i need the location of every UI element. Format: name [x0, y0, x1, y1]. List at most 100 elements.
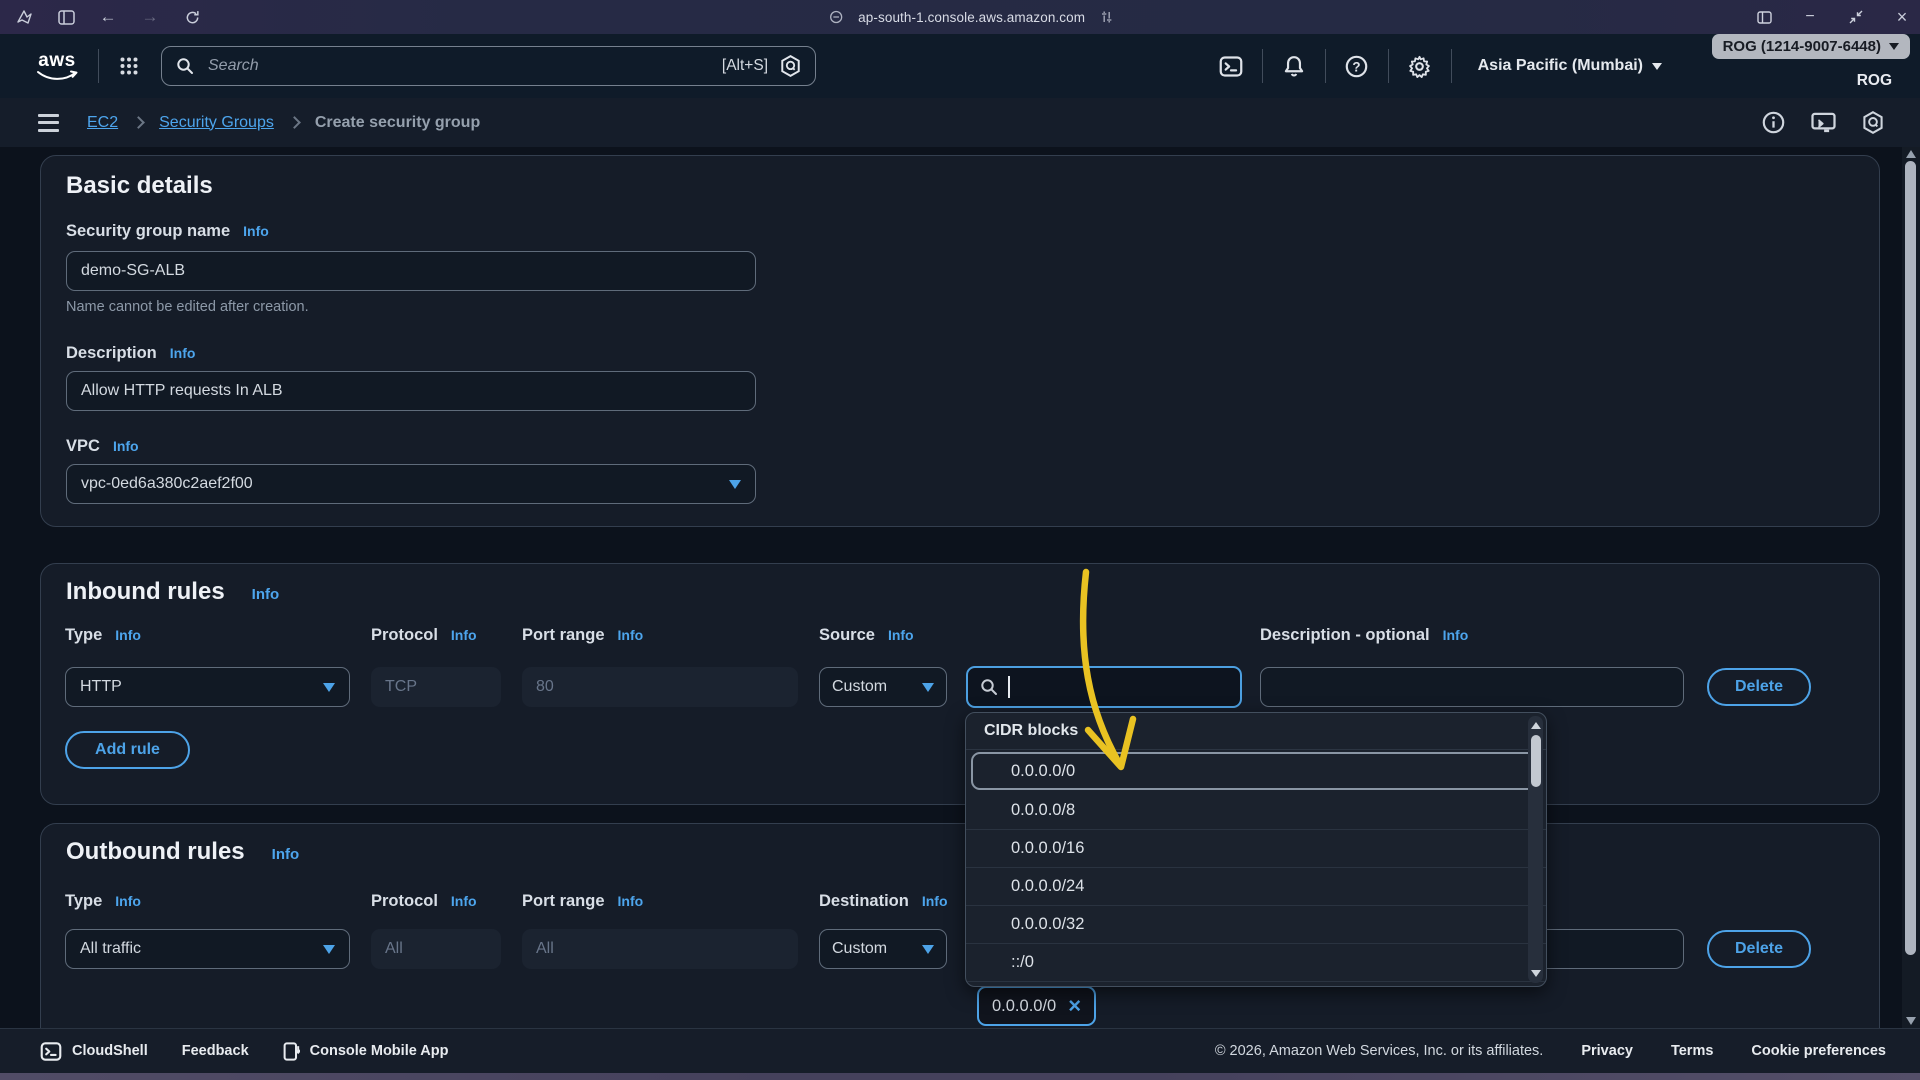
- basic-details-title: Basic details: [66, 172, 213, 200]
- region-label: Asia Pacific (Mumbai): [1478, 57, 1643, 75]
- source-search-input[interactable]: [966, 666, 1242, 708]
- mobile-app-icon: [283, 1042, 300, 1061]
- breadcrumb-ec2[interactable]: EC2: [87, 114, 118, 132]
- description-input[interactable]: [66, 371, 756, 411]
- info-link[interactable]: Info: [1443, 627, 1469, 643]
- account-menu-badge[interactable]: ROG (1214-9007-6448): [1712, 34, 1910, 59]
- scroll-up-icon[interactable]: [1906, 150, 1916, 158]
- scroll-down-icon[interactable]: [1531, 970, 1541, 977]
- aws-logo[interactable]: aws: [36, 51, 78, 81]
- col-port-range: Port rangeInfo: [522, 626, 643, 645]
- url-text[interactable]: ap-south-1.console.aws.amazon.com: [858, 10, 1085, 25]
- cidr-option[interactable]: 0.0.0.0/8: [966, 792, 1546, 830]
- aws-smile-icon: [36, 70, 78, 81]
- search-input[interactable]: [206, 56, 722, 76]
- footer-cookie-preferences[interactable]: Cookie preferences: [1751, 1043, 1886, 1059]
- cidr-dropdown: CIDR blocks 0.0.0.0/0 0.0.0.0/8 0.0.0.0/…: [965, 712, 1547, 987]
- restore-window-icon[interactable]: [1846, 7, 1866, 27]
- cidr-option[interactable]: 0.0.0.0/0: [971, 752, 1541, 790]
- sg-name-input[interactable]: [66, 251, 756, 291]
- info-link[interactable]: Info: [243, 223, 269, 239]
- info-link[interactable]: Info: [115, 893, 141, 909]
- col-description-optional: Description - optionalInfo: [1260, 626, 1468, 645]
- cidr-option[interactable]: ::/0: [966, 944, 1546, 982]
- cidr-option[interactable]: 0.0.0.0/16: [966, 830, 1546, 868]
- shield-permissions-icon[interactable]: [826, 7, 846, 27]
- info-link[interactable]: Info: [170, 345, 196, 361]
- help-icon[interactable]: ?: [1344, 53, 1370, 79]
- vpc-select[interactable]: vpc-0ed6a380c2aef2f00: [66, 464, 756, 504]
- reload-icon[interactable]: [182, 7, 202, 27]
- cloudshell-icon[interactable]: [1218, 53, 1244, 79]
- site-settings-icon[interactable]: [1097, 7, 1117, 27]
- settings-gear-icon[interactable]: [1407, 53, 1433, 79]
- footer-terms[interactable]: Terms: [1671, 1043, 1713, 1059]
- info-link[interactable]: Info: [252, 586, 280, 603]
- outbound-destination-mode-select[interactable]: Custom: [819, 929, 947, 969]
- chevron-down-icon: [323, 683, 335, 692]
- scrollbar-thumb[interactable]: [1905, 161, 1916, 955]
- info-link[interactable]: Info: [115, 627, 141, 643]
- inbound-type-select[interactable]: HTTP: [65, 667, 350, 707]
- footer-feedback[interactable]: Feedback: [182, 1043, 249, 1059]
- minimize-icon[interactable]: −: [1800, 7, 1820, 27]
- info-link[interactable]: Info: [272, 846, 300, 863]
- global-search[interactable]: [Alt+S]: [161, 46, 816, 86]
- basic-details-panel: Basic details Security group nameInfo Na…: [40, 155, 1880, 527]
- chip-label: 0.0.0.0/0: [992, 997, 1056, 1016]
- copyright-text: © 2026, Amazon Web Services, Inc. or its…: [1215, 1043, 1544, 1059]
- info-link[interactable]: Info: [618, 893, 644, 909]
- cidr-option[interactable]: 0.0.0.0/24: [966, 868, 1546, 906]
- services-grid-icon[interactable]: [119, 56, 139, 76]
- chevron-down-icon: [922, 945, 934, 954]
- console-window-icon[interactable]: [1811, 112, 1836, 134]
- tab-manager-icon[interactable]: [1754, 7, 1774, 27]
- nav-menu-icon[interactable]: [38, 114, 59, 132]
- info-link[interactable]: Info: [888, 627, 914, 643]
- footer-cloudshell[interactable]: CloudShell: [40, 1042, 148, 1061]
- close-window-icon[interactable]: ×: [1892, 7, 1912, 27]
- vpc-label: VPCInfo: [66, 437, 139, 456]
- back-arrow-icon[interactable]: ←: [98, 7, 118, 27]
- info-link[interactable]: Info: [618, 627, 644, 643]
- footer-privacy[interactable]: Privacy: [1581, 1043, 1633, 1059]
- outbound-type-select[interactable]: All traffic: [65, 929, 350, 969]
- cidr-group-header: CIDR blocks: [966, 713, 1546, 750]
- scroll-up-icon[interactable]: [1531, 722, 1541, 729]
- scrollbar-thumb[interactable]: [1531, 735, 1541, 787]
- dropdown-scrollbar[interactable]: [1528, 716, 1543, 983]
- forward-arrow-icon[interactable]: →: [140, 7, 160, 27]
- feedback-label: Feedback: [182, 1043, 249, 1059]
- remove-chip-icon[interactable]: ×: [1068, 995, 1081, 1017]
- inbound-protocol-field: TCP: [371, 667, 501, 707]
- inbound-source-mode-select[interactable]: Custom: [819, 667, 947, 707]
- outbound-delete-button[interactable]: Delete: [1707, 930, 1811, 968]
- inbound-delete-button[interactable]: Delete: [1707, 668, 1811, 706]
- col-type: TypeInfo: [65, 892, 141, 911]
- desktop-edge: [0, 1072, 1920, 1080]
- inbound-description-input[interactable]: [1260, 667, 1684, 707]
- breadcrumb-security-groups[interactable]: Security Groups: [159, 114, 274, 132]
- address-bar[interactable]: ap-south-1.console.aws.amazon.com: [826, 0, 1117, 34]
- notifications-bell-icon[interactable]: [1281, 53, 1307, 79]
- description-label: DescriptionInfo: [66, 344, 195, 363]
- browser-logo-icon[interactable]: [14, 7, 34, 27]
- outbound-rules-title: Outbound rulesInfo: [66, 838, 299, 866]
- footer-mobile-app[interactable]: Console Mobile App: [283, 1042, 449, 1061]
- info-link[interactable]: Info: [113, 438, 139, 454]
- amazon-q-icon[interactable]: [1862, 111, 1884, 134]
- breadcrumb-current: Create security group: [315, 114, 480, 132]
- info-link[interactable]: Info: [451, 893, 477, 909]
- info-link[interactable]: Info: [451, 627, 477, 643]
- amazon-q-icon[interactable]: [780, 55, 801, 77]
- scroll-down-icon[interactable]: [1906, 1017, 1916, 1025]
- info-panel-icon[interactable]: [1762, 111, 1785, 134]
- region-selector[interactable]: Asia Pacific (Mumbai): [1478, 57, 1662, 75]
- inbound-rules-panel: Inbound rulesInfo TypeInfo ProtocolInfo …: [40, 563, 1880, 805]
- cidr-option[interactable]: 0.0.0.0/32: [966, 906, 1546, 944]
- add-rule-button[interactable]: Add rule: [65, 731, 190, 769]
- destination-cidr-chip[interactable]: 0.0.0.0/0 ×: [977, 986, 1096, 1026]
- page-scrollbar[interactable]: [1902, 147, 1920, 1028]
- info-link[interactable]: Info: [922, 893, 948, 909]
- sidebar-toggle-icon[interactable]: [56, 7, 76, 27]
